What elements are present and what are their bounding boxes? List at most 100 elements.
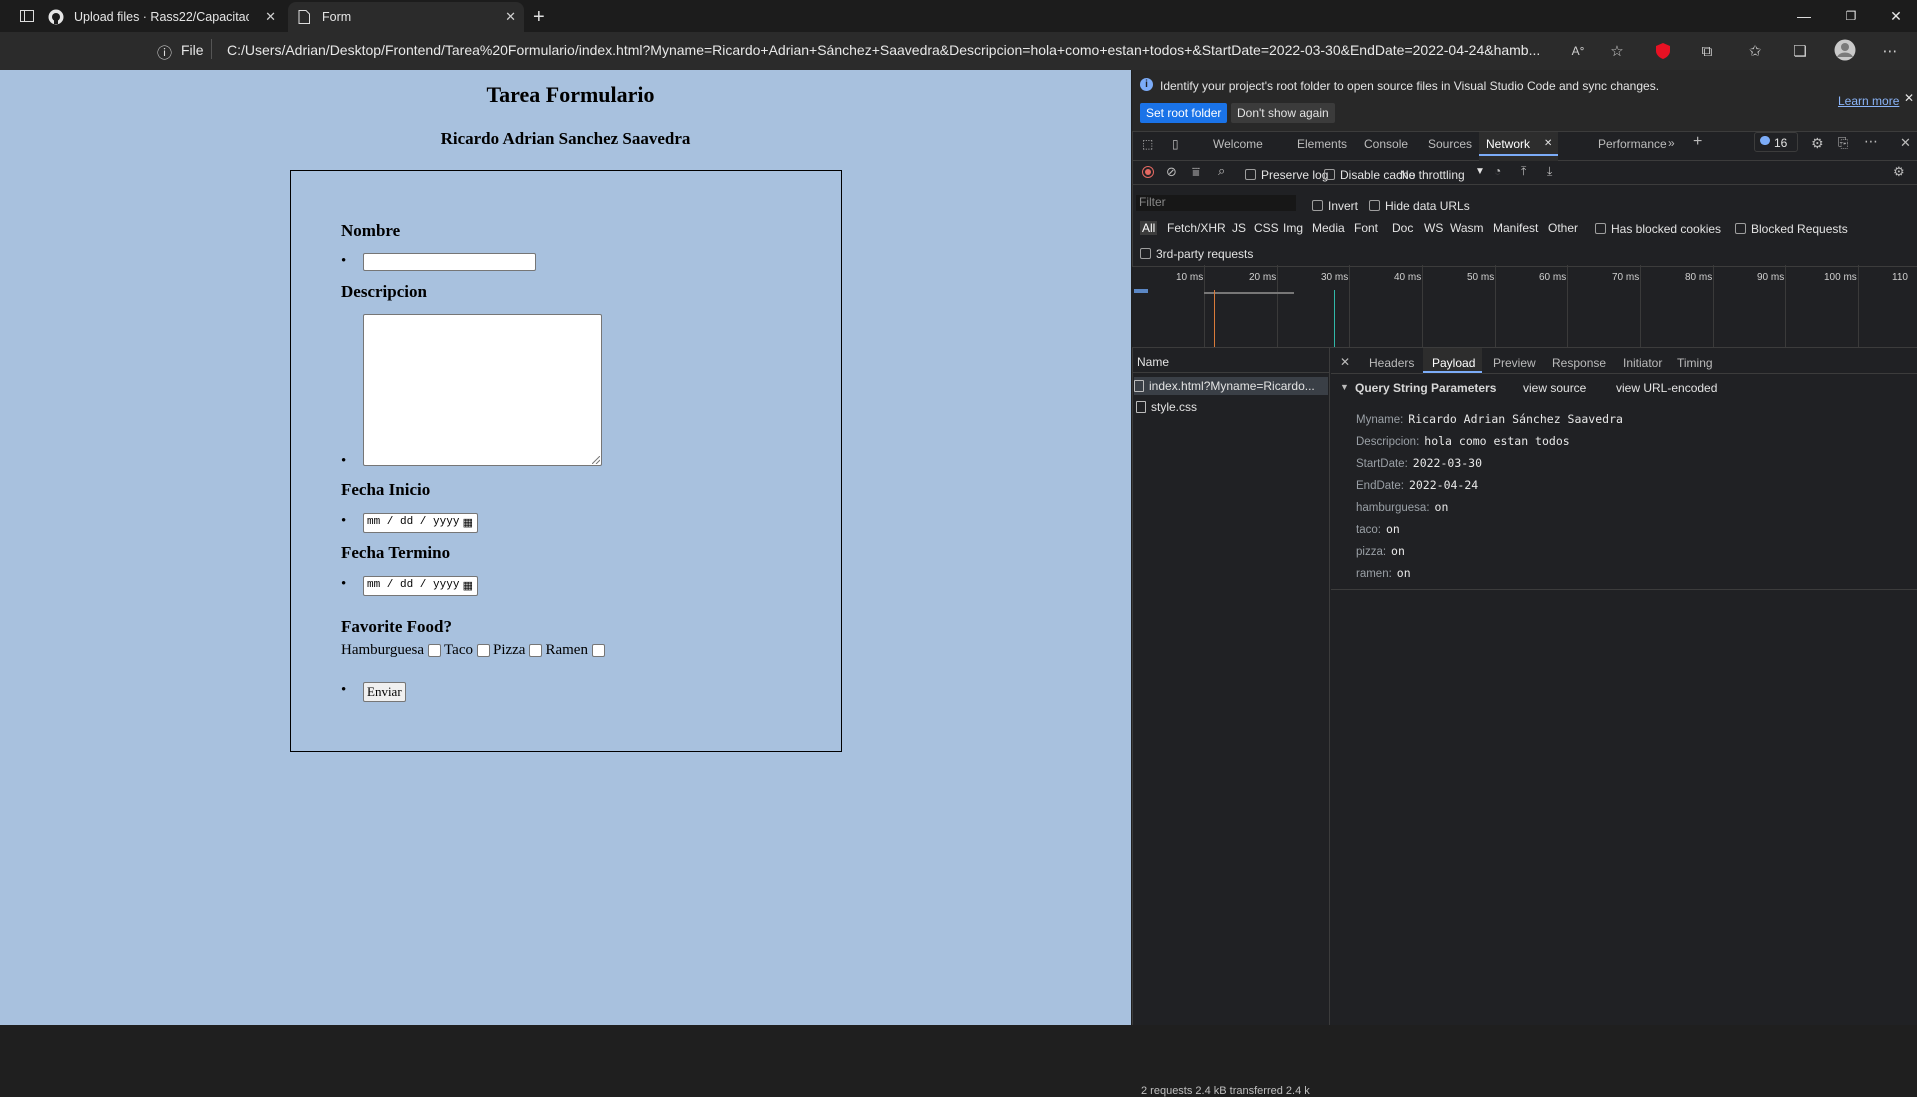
learn-more-link[interactable]: Learn more	[1838, 94, 1899, 108]
nombre-label: Nombre	[341, 221, 401, 240]
device-toolbar-icon[interactable]: ▯	[1172, 137, 1179, 151]
dont-show-again-button[interactable]: Don't show again	[1231, 103, 1335, 123]
add-tab-icon[interactable]: +	[1693, 133, 1702, 151]
hide-data-urls-checkbox[interactable]: Hide data URLs	[1369, 199, 1470, 213]
request-row[interactable]: index.html?Myname=Ricardo...	[1134, 377, 1328, 395]
detail-tab-response[interactable]: Response	[1552, 356, 1606, 370]
query-params-section[interactable]: Query String Parameters	[1355, 381, 1496, 395]
url-field[interactable]: C:/Users/Adrian/Desktop/Frontend/Tarea%2…	[227, 42, 1552, 58]
filter-type-other[interactable]: Other	[1548, 221, 1578, 235]
timeline-tick: 70 ms	[1612, 272, 1640, 283]
hamburguesa-checkbox[interactable]	[428, 644, 442, 657]
collections-icon[interactable]: ❏	[1788, 40, 1812, 62]
clear-icon[interactable]: ⊘	[1166, 164, 1177, 180]
favorite-add-icon[interactable]: ☆	[1605, 40, 1629, 62]
preserve-log-checkbox[interactable]: Preserve log	[1245, 168, 1328, 182]
filter-type-all[interactable]: All	[1140, 221, 1158, 235]
name-column-header[interactable]: Name	[1137, 355, 1169, 369]
view-url-encoded-link[interactable]: view URL-encoded	[1616, 381, 1717, 395]
export-har-icon[interactable]: ⤓	[1547, 164, 1552, 179]
restore-icon[interactable]: ❐	[1828, 0, 1874, 32]
param-row: taco: on	[1356, 522, 1400, 536]
nombre-input[interactable]	[363, 253, 536, 271]
expand-triangle-icon[interactable]: ▼	[1340, 382, 1349, 392]
profile-avatar[interactable]	[1833, 39, 1857, 61]
tab-sources[interactable]: Sources	[1428, 137, 1472, 151]
blocked-requests-checkbox[interactable]: Blocked Requests	[1735, 222, 1848, 236]
filter-type-doc[interactable]: Doc	[1392, 221, 1413, 235]
descripcion-textarea[interactable]	[363, 314, 602, 466]
favorites-icon[interactable]: ✩	[1743, 40, 1767, 62]
detail-tab-preview[interactable]: Preview	[1493, 356, 1536, 370]
close-tab-icon[interactable]: ✕	[505, 9, 516, 25]
param-value: on	[1391, 544, 1405, 558]
fecha-inicio-input[interactable]: mm / dd / yyyy ▦	[363, 513, 478, 533]
detail-tab-payload[interactable]: Payload	[1432, 356, 1475, 370]
filter-type-wasm[interactable]: Wasm	[1450, 221, 1484, 235]
filter-type-img[interactable]: Img	[1283, 221, 1303, 235]
filter-type-ws[interactable]: WS	[1424, 221, 1443, 235]
request-row[interactable]: style.css	[1136, 398, 1197, 416]
submit-button[interactable]: Enviar	[363, 682, 406, 702]
search-icon[interactable]: ⌕	[1218, 163, 1225, 179]
settings-icon[interactable]: ⚙	[1811, 135, 1824, 152]
read-aloud-icon[interactable]: Aᐤ	[1566, 40, 1590, 62]
filter-input[interactable]: Filter	[1136, 195, 1296, 211]
close-infobar-icon[interactable]: ✕	[1904, 91, 1914, 105]
close-network-tab-icon[interactable]: ✕	[1544, 138, 1552, 149]
fecha-termino-input[interactable]: mm / dd / yyyy ▦	[363, 576, 478, 596]
extension-shield-icon[interactable]	[1651, 40, 1675, 62]
tab-performance[interactable]: Performance	[1598, 137, 1667, 151]
new-tab-button[interactable]: +	[533, 2, 555, 32]
info-icon[interactable]: ⓘ	[157, 42, 172, 63]
filter-type-manifest[interactable]: Manifest	[1493, 221, 1538, 235]
set-root-folder-button[interactable]: Set root folder	[1140, 103, 1228, 123]
record-icon[interactable]	[1142, 166, 1154, 178]
minimize-icon[interactable]: —	[1781, 0, 1827, 32]
ramen-checkbox[interactable]	[591, 644, 605, 657]
tab-console[interactable]: Console	[1364, 137, 1408, 151]
view-source-link[interactable]: view source	[1523, 381, 1586, 395]
tab-github-upload[interactable]: Upload files · Rass22/Capacitacio ✕	[48, 2, 284, 32]
filter-type-css[interactable]: CSS	[1254, 221, 1279, 235]
tab-actions-icon[interactable]	[4, 0, 50, 32]
third-party-checkbox[interactable]: 3rd-party requests	[1140, 247, 1253, 261]
taco-checkbox[interactable]	[476, 644, 490, 657]
more-tabs-icon[interactable]: »	[1668, 136, 1675, 150]
close-window-icon[interactable]: ✕	[1873, 0, 1917, 32]
chevron-down-icon[interactable]: ▼	[1475, 166, 1485, 177]
tab-network[interactable]: Network	[1486, 137, 1530, 151]
import-har-icon[interactable]: ⤒	[1521, 164, 1526, 179]
network-conditions-icon[interactable]: ◔	[1494, 164, 1501, 178]
detail-tab-headers[interactable]: Headers	[1369, 356, 1414, 370]
extensions-icon[interactable]: ⧉	[1695, 40, 1719, 62]
inspect-element-icon[interactable]: ⬚	[1142, 137, 1153, 151]
tab-elements[interactable]: Elements	[1297, 137, 1347, 151]
tab-form[interactable]: Form ✕	[288, 2, 524, 32]
filter-type-font[interactable]: Font	[1354, 221, 1378, 235]
throttling-select[interactable]: No throttling	[1400, 168, 1465, 182]
connect-device-icon[interactable]: ⎘	[1838, 135, 1848, 151]
filter-type-fetch[interactable]: Fetch/XHR	[1167, 221, 1226, 235]
detail-tab-timing[interactable]: Timing	[1677, 356, 1713, 370]
param-value: on	[1385, 522, 1400, 536]
close-tab-icon[interactable]: ✕	[265, 9, 276, 25]
close-detail-icon[interactable]: ✕	[1340, 355, 1350, 369]
detail-tab-initiator[interactable]: Initiator	[1623, 356, 1662, 370]
resize-handle-icon[interactable]	[592, 456, 600, 464]
close-devtools-icon[interactable]: ✕	[1900, 135, 1911, 151]
calendar-icon[interactable]: ▦	[463, 516, 473, 530]
filter-icon[interactable]: ⩸	[1192, 164, 1200, 180]
blocked-cookies-checkbox[interactable]: Has blocked cookies	[1595, 222, 1721, 236]
invert-checkbox[interactable]: Invert	[1312, 199, 1358, 213]
food-options: Hamburguesa Taco Pizza Ramen	[341, 642, 608, 659]
timeline-tick: 20 ms	[1249, 272, 1277, 283]
tab-welcome[interactable]: Welcome	[1213, 137, 1263, 151]
more-icon[interactable]: ⋯	[1878, 40, 1902, 62]
pizza-checkbox[interactable]	[529, 644, 543, 657]
calendar-icon[interactable]: ▦	[463, 579, 473, 593]
network-settings-icon[interactable]: ⚙	[1893, 164, 1905, 180]
filter-type-media[interactable]: Media	[1312, 221, 1345, 235]
customize-icon[interactable]: ⋯	[1864, 133, 1878, 150]
filter-type-js[interactable]: JS	[1232, 221, 1246, 235]
